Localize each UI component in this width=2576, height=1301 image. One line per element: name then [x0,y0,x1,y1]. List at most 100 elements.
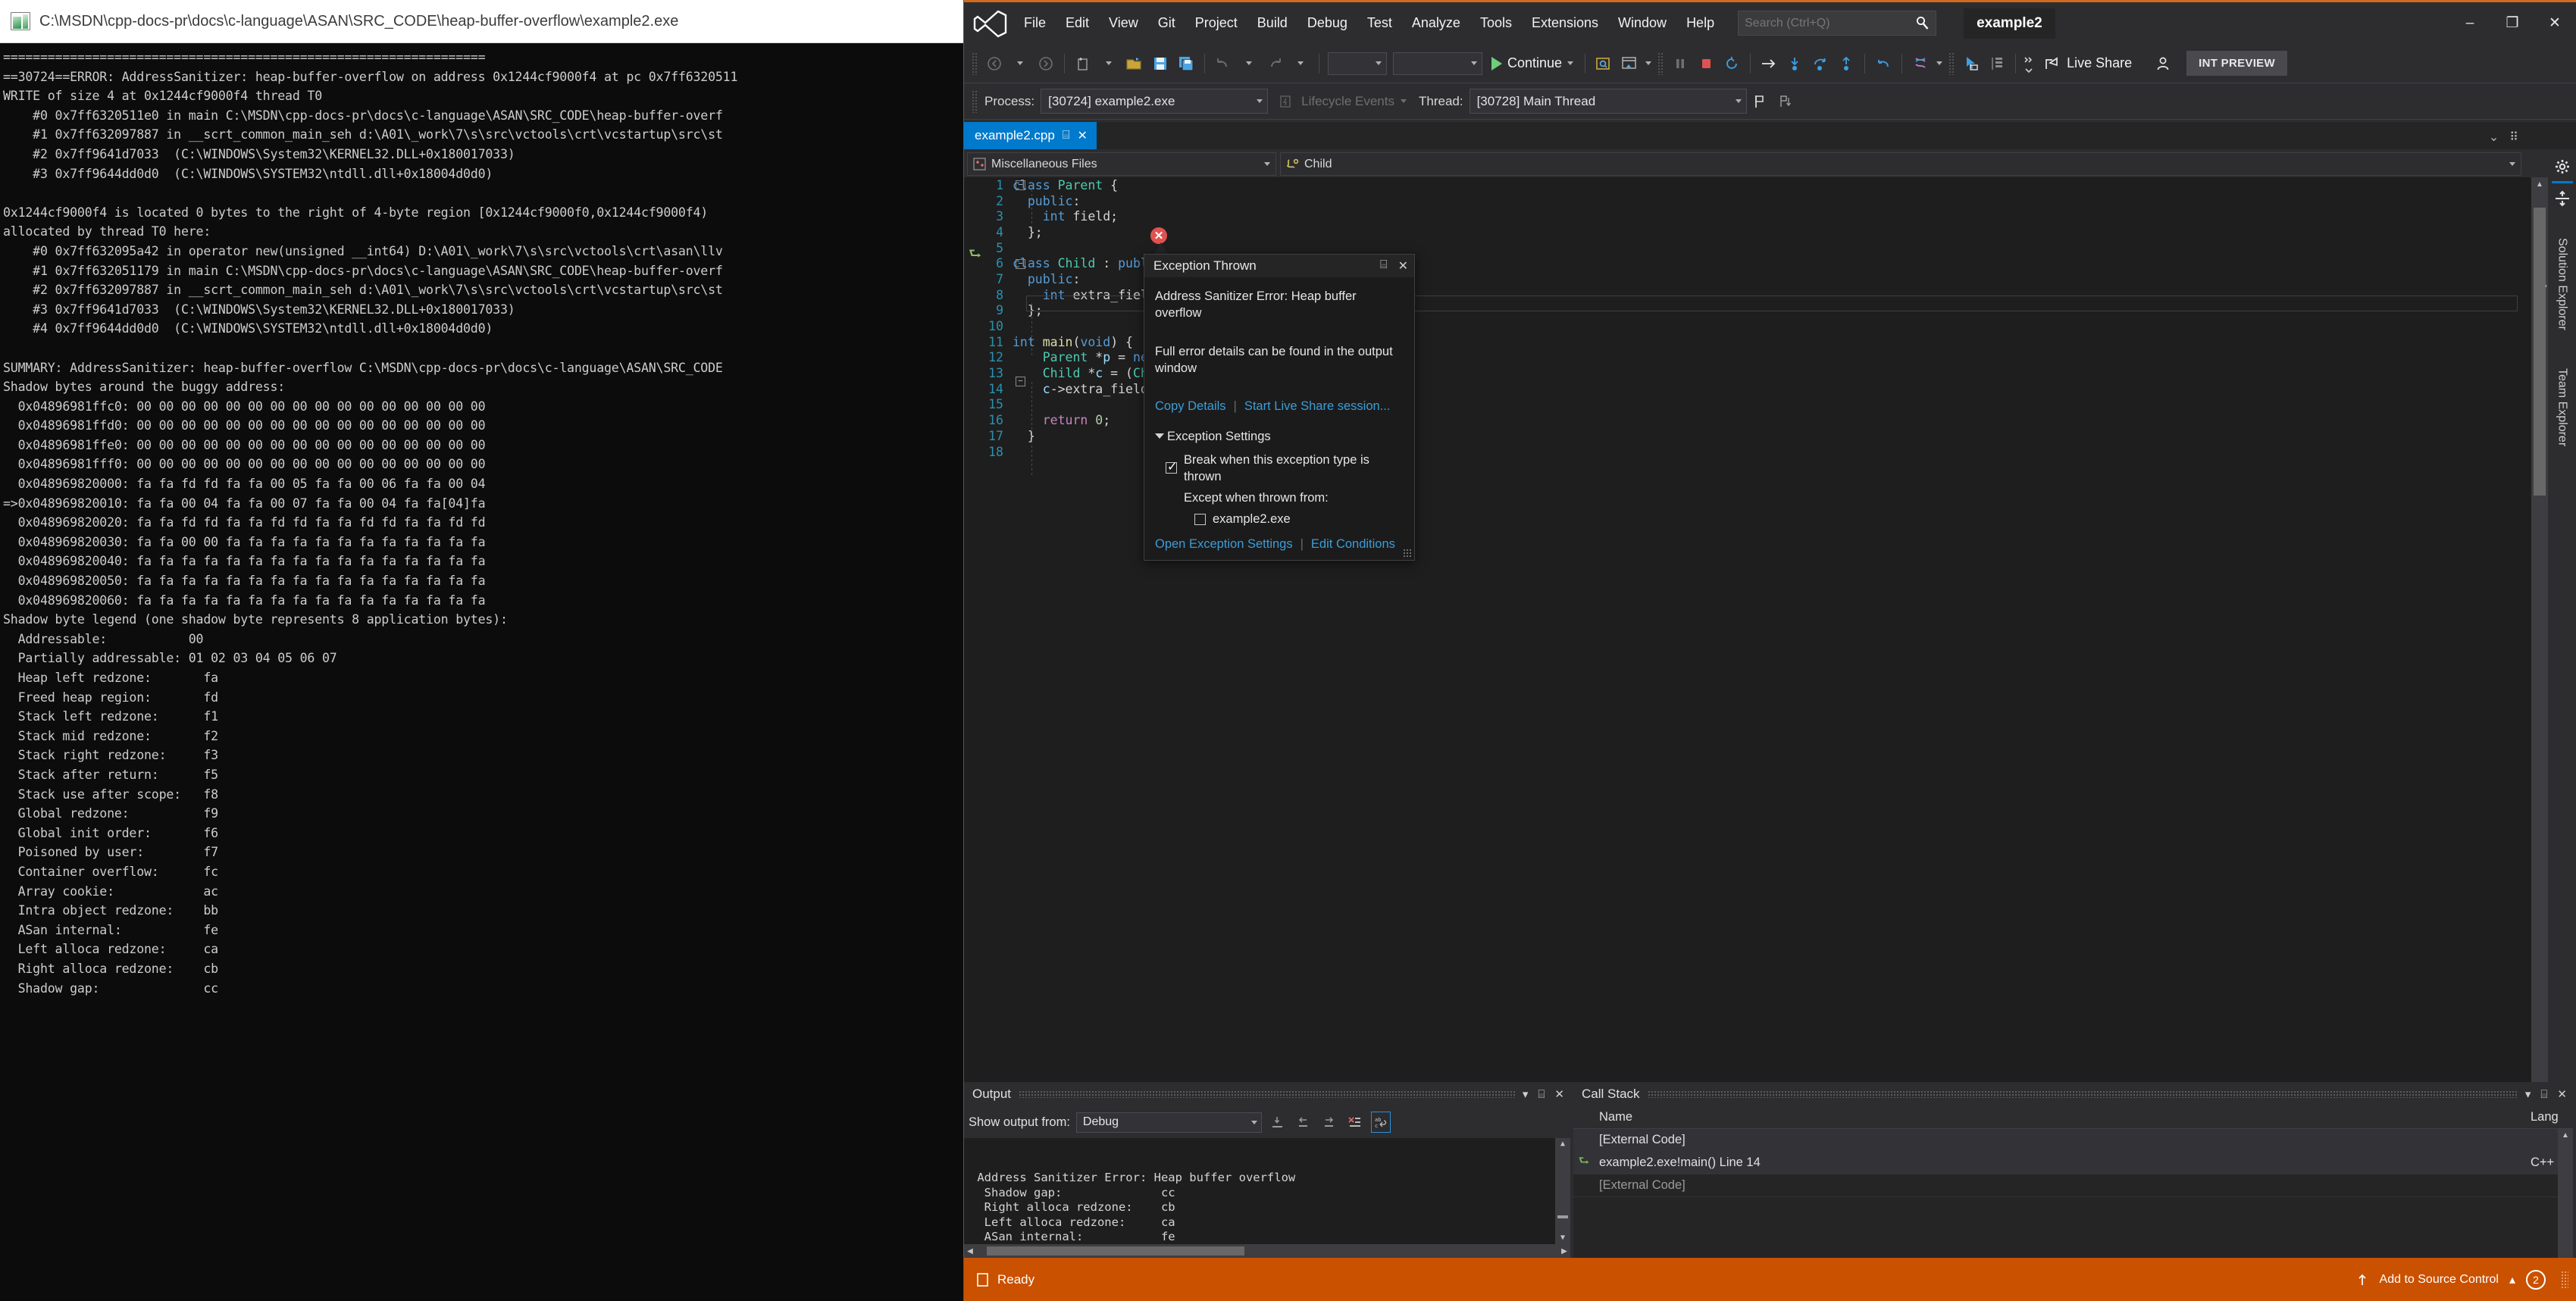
pin-icon[interactable]: ⌸ [1380,258,1388,274]
code-editor[interactable]: 1 class Parent { 2 public: 3 int field; 4… [964,177,2548,1231]
break-on-exception-checkbox[interactable] [1166,459,1177,476]
maximize-button[interactable]: ❐ [2491,6,2534,41]
platform-combo[interactable] [1393,52,1482,75]
menu-project[interactable]: Project [1185,11,1247,36]
panel-drag-handle[interactable] [1019,1090,1515,1098]
scroll-down-arrow-icon[interactable]: ▼ [1555,1232,1570,1244]
open-file-icon[interactable] [1122,50,1147,77]
scrollbar-thumb[interactable] [2534,208,2546,496]
panel-drag-handle[interactable] [1647,1090,2518,1098]
show-next-statement-icon[interactable] [1756,50,1782,77]
undo-icon[interactable] [1210,50,1236,77]
find-message-icon[interactable] [1268,1112,1288,1133]
navigate-forward-icon[interactable] [1033,50,1059,77]
error-dot-icon[interactable]: ✕ [1150,227,1167,244]
step-over-icon[interactable] [1808,50,1833,77]
tab-example2-cpp[interactable]: example2.cpp ⌸ ✕ [964,122,1097,149]
close-icon[interactable]: ✕ [2557,1087,2567,1101]
toolbar-grip[interactable] [972,89,978,113]
navigate-back-dropdown-icon[interactable] [1007,50,1033,77]
menu-debug[interactable]: Debug [1297,11,1357,36]
output-vertical-scrollbar[interactable]: ▲ ▼ [1555,1138,1570,1244]
account-icon[interactable] [2150,50,2176,77]
break-on-exception-row[interactable]: Break when this exception type is thrown [1155,452,1404,486]
scrollbar-thumb[interactable] [1557,1215,1568,1218]
column-lang[interactable]: Lang [2531,1110,2573,1124]
notifications-badge[interactable]: 2 [2526,1269,2546,1290]
scroll-up-arrow-icon[interactable]: ▲ [1555,1138,1570,1150]
select-element-icon[interactable] [1958,50,1984,77]
menu-window[interactable]: Window [1608,11,1676,36]
clear-all-icon[interactable] [1345,1112,1365,1133]
source-control-expander-icon[interactable]: ▴ [2509,1272,2515,1287]
expand-toolbar-icon[interactable] [2021,50,2036,77]
undo-dropdown-icon[interactable] [1236,50,1262,77]
redo-dropdown-icon[interactable] [1288,50,1313,77]
panel-menu-icon[interactable]: ▾ [2525,1087,2531,1101]
thread-combo[interactable]: [30728] Main Thread [1469,89,1747,114]
menu-extensions[interactable]: Extensions [1522,11,1608,36]
window-layout-dropdown-icon[interactable] [1642,50,1654,77]
except-module-row[interactable]: example2.exe [1155,511,1404,527]
tabstrip-chevron-icon[interactable]: ⌄ [2489,130,2499,145]
threads-icon[interactable] [1908,50,1933,77]
menu-git[interactable]: Git [1148,11,1185,36]
step-out-icon[interactable] [1833,50,1859,77]
panel-menu-icon[interactable]: ▾ [1523,1087,1529,1101]
go-to-previous-icon[interactable] [1294,1112,1313,1133]
stack-frame-icon[interactable] [1773,88,1798,115]
start-live-share-link[interactable]: Start Live Share session... [1244,398,1391,414]
scroll-left-arrow-icon[interactable]: ◀ [964,1244,976,1258]
pin-icon[interactable]: ⌸ [1063,129,1070,142]
close-icon[interactable]: ✕ [1398,258,1408,274]
pause-icon[interactable] [1667,50,1693,77]
exception-popup[interactable]: Exception Thrown ⌸ ✕ Address Sanitizer E… [1144,254,1415,561]
search-input[interactable] [1745,16,1916,30]
except-module-checkbox[interactable] [1194,514,1206,526]
close-icon[interactable]: ✕ [1554,1087,1564,1101]
minimize-button[interactable]: – [2449,6,2491,41]
table-row[interactable]: [External Code] [1573,1129,2573,1152]
table-row[interactable]: ⮑ example2.exe!main() Line 14 C++ [1573,1152,2573,1174]
new-item-icon[interactable] [1070,50,1096,77]
scope-project-combo[interactable]: Miscellaneous Files [967,152,1276,176]
editor-scrollbar[interactable]: ▲ ▼ [2531,177,2548,1231]
add-to-source-control-button[interactable]: Add to Source Control [2380,1273,2499,1287]
scrollbar-thumb[interactable] [987,1246,1244,1256]
new-item-dropdown-icon[interactable] [1096,50,1122,77]
process-combo[interactable]: [30724] example2.exe [1041,89,1269,114]
toolbar-grip[interactable] [972,52,978,75]
breakpoints-icon[interactable] [1591,50,1617,77]
output-horizontal-scrollbar[interactable]: ◀ ▶ [964,1244,1570,1258]
edit-conditions-link[interactable]: Edit Conditions [1311,536,1395,552]
call-stack-scrollbar[interactable]: ▲ [2558,1129,2573,1258]
menu-file[interactable]: File [1014,11,1056,36]
menu-test[interactable]: Test [1357,11,1402,36]
continue-dropdown-icon[interactable] [1567,61,1574,65]
table-row[interactable]: [External Code] [1573,1174,2573,1197]
quick-launch-search[interactable] [1738,11,1937,36]
redo-icon[interactable] [1262,50,1288,77]
resize-grip[interactable] [1403,548,1412,558]
vertical-tab-solution-explorer[interactable]: Solution Explorer [2553,230,2572,338]
tabstrip-grip-icon[interactable]: ⠿ [2509,130,2518,145]
menu-analyze[interactable]: Analyze [1402,11,1470,36]
live-share-button[interactable]: Live Share [2036,52,2139,75]
open-exception-settings-link[interactable]: Open Exception Settings [1155,536,1293,552]
step-into-icon[interactable] [1782,50,1808,77]
configuration-combo[interactable] [1328,52,1387,75]
menu-edit[interactable]: Edit [1056,11,1099,36]
window-layout-icon[interactable] [1617,50,1642,77]
fold-toggle-icon[interactable]: − [1016,377,1025,386]
save-all-icon[interactable] [1173,50,1199,77]
live-visual-tree-icon[interactable] [1984,50,2010,77]
scroll-up-arrow-icon[interactable]: ▲ [2531,177,2548,191]
fold-toggle-icon[interactable]: − [1016,180,1025,190]
toolbar-grip[interactable] [1657,52,1665,75]
pin-icon[interactable]: ⌸ [1538,1088,1545,1101]
word-wrap-icon[interactable]: ab c [1370,1112,1391,1133]
flag-icon[interactable] [1747,88,1773,115]
gear-icon[interactable] [2554,155,2571,175]
continue-button[interactable]: Continue [1485,52,1579,74]
scope-member-combo[interactable]: Child [1280,152,2521,176]
